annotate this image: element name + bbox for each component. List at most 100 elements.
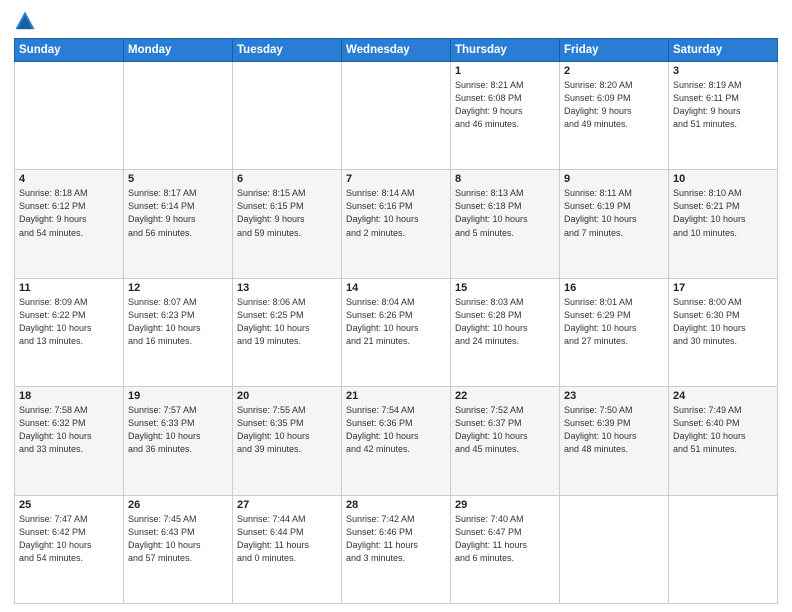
day-number: 23 <box>564 390 664 402</box>
calendar-cell: 28 Sunrise: 7:42 AMSunset: 6:46 PMDayligh… <box>342 495 451 603</box>
weekday-header-monday: Monday <box>124 39 233 62</box>
calendar-cell: 4 Sunrise: 8:18 AMSunset: 6:12 PMDaylight… <box>15 170 124 278</box>
day-number: 20 <box>237 390 337 402</box>
logo-icon <box>14 10 36 32</box>
calendar-cell: 2 Sunrise: 8:20 AMSunset: 6:09 PMDaylight… <box>560 62 669 170</box>
calendar-cell <box>342 62 451 170</box>
day-number: 3 <box>673 65 773 77</box>
day-info: Sunrise: 8:03 AMSunset: 6:28 PMDaylight:… <box>455 296 555 348</box>
weekday-header-wednesday: Wednesday <box>342 39 451 62</box>
calendar-cell: 9 Sunrise: 8:11 AMSunset: 6:19 PMDaylight… <box>560 170 669 278</box>
weekday-header-row: SundayMondayTuesdayWednesdayThursdayFrid… <box>15 39 778 62</box>
day-info: Sunrise: 7:54 AMSunset: 6:36 PMDaylight:… <box>346 404 446 456</box>
calendar-week-0: 1 Sunrise: 8:21 AMSunset: 6:08 PMDaylight… <box>15 62 778 170</box>
day-info: Sunrise: 8:11 AMSunset: 6:19 PMDaylight:… <box>564 187 664 239</box>
day-number: 1 <box>455 65 555 77</box>
day-number: 22 <box>455 390 555 402</box>
calendar-cell: 7 Sunrise: 8:14 AMSunset: 6:16 PMDaylight… <box>342 170 451 278</box>
calendar-cell: 22 Sunrise: 7:52 AMSunset: 6:37 PMDayligh… <box>451 387 560 495</box>
day-number: 6 <box>237 173 337 185</box>
day-number: 21 <box>346 390 446 402</box>
day-info: Sunrise: 7:44 AMSunset: 6:44 PMDaylight:… <box>237 513 337 565</box>
calendar-cell: 21 Sunrise: 7:54 AMSunset: 6:36 PMDayligh… <box>342 387 451 495</box>
calendar-cell: 10 Sunrise: 8:10 AMSunset: 6:21 PMDayligh… <box>669 170 778 278</box>
day-info: Sunrise: 8:14 AMSunset: 6:16 PMDaylight:… <box>346 187 446 239</box>
calendar-week-2: 11 Sunrise: 8:09 AMSunset: 6:22 PMDayligh… <box>15 278 778 386</box>
day-info: Sunrise: 7:49 AMSunset: 6:40 PMDaylight:… <box>673 404 773 456</box>
weekday-header-saturday: Saturday <box>669 39 778 62</box>
calendar-week-3: 18 Sunrise: 7:58 AMSunset: 6:32 PMDayligh… <box>15 387 778 495</box>
day-number: 27 <box>237 499 337 511</box>
calendar-cell: 13 Sunrise: 8:06 AMSunset: 6:25 PMDayligh… <box>233 278 342 386</box>
calendar-cell: 27 Sunrise: 7:44 AMSunset: 6:44 PMDayligh… <box>233 495 342 603</box>
day-info: Sunrise: 8:10 AMSunset: 6:21 PMDaylight:… <box>673 187 773 239</box>
calendar-cell: 23 Sunrise: 7:50 AMSunset: 6:39 PMDayligh… <box>560 387 669 495</box>
day-info: Sunrise: 8:07 AMSunset: 6:23 PMDaylight:… <box>128 296 228 348</box>
calendar-cell <box>669 495 778 603</box>
calendar-table: SundayMondayTuesdayWednesdayThursdayFrid… <box>14 38 778 604</box>
day-number: 12 <box>128 282 228 294</box>
calendar-week-1: 4 Sunrise: 8:18 AMSunset: 6:12 PMDaylight… <box>15 170 778 278</box>
calendar-cell: 11 Sunrise: 8:09 AMSunset: 6:22 PMDayligh… <box>15 278 124 386</box>
day-number: 19 <box>128 390 228 402</box>
day-number: 18 <box>19 390 119 402</box>
weekday-header-friday: Friday <box>560 39 669 62</box>
day-info: Sunrise: 7:58 AMSunset: 6:32 PMDaylight:… <box>19 404 119 456</box>
day-info: Sunrise: 7:55 AMSunset: 6:35 PMDaylight:… <box>237 404 337 456</box>
day-number: 11 <box>19 282 119 294</box>
calendar-cell: 1 Sunrise: 8:21 AMSunset: 6:08 PMDaylight… <box>451 62 560 170</box>
calendar-cell: 24 Sunrise: 7:49 AMSunset: 6:40 PMDayligh… <box>669 387 778 495</box>
day-info: Sunrise: 7:42 AMSunset: 6:46 PMDaylight:… <box>346 513 446 565</box>
weekday-header-tuesday: Tuesday <box>233 39 342 62</box>
day-number: 9 <box>564 173 664 185</box>
day-number: 10 <box>673 173 773 185</box>
day-number: 24 <box>673 390 773 402</box>
calendar-cell: 8 Sunrise: 8:13 AMSunset: 6:18 PMDaylight… <box>451 170 560 278</box>
day-info: Sunrise: 8:19 AMSunset: 6:11 PMDaylight:… <box>673 79 773 131</box>
day-info: Sunrise: 8:18 AMSunset: 6:12 PMDaylight:… <box>19 187 119 239</box>
day-number: 8 <box>455 173 555 185</box>
calendar-cell <box>15 62 124 170</box>
day-info: Sunrise: 8:20 AMSunset: 6:09 PMDaylight:… <box>564 79 664 131</box>
day-number: 29 <box>455 499 555 511</box>
day-number: 15 <box>455 282 555 294</box>
calendar-cell: 15 Sunrise: 8:03 AMSunset: 6:28 PMDayligh… <box>451 278 560 386</box>
day-info: Sunrise: 7:50 AMSunset: 6:39 PMDaylight:… <box>564 404 664 456</box>
calendar-cell: 18 Sunrise: 7:58 AMSunset: 6:32 PMDayligh… <box>15 387 124 495</box>
day-info: Sunrise: 7:52 AMSunset: 6:37 PMDaylight:… <box>455 404 555 456</box>
day-info: Sunrise: 8:04 AMSunset: 6:26 PMDaylight:… <box>346 296 446 348</box>
day-info: Sunrise: 8:06 AMSunset: 6:25 PMDaylight:… <box>237 296 337 348</box>
day-number: 5 <box>128 173 228 185</box>
calendar-cell <box>560 495 669 603</box>
page: SundayMondayTuesdayWednesdayThursdayFrid… <box>0 0 792 612</box>
day-number: 4 <box>19 173 119 185</box>
day-number: 17 <box>673 282 773 294</box>
day-info: Sunrise: 8:15 AMSunset: 6:15 PMDaylight:… <box>237 187 337 239</box>
day-info: Sunrise: 7:57 AMSunset: 6:33 PMDaylight:… <box>128 404 228 456</box>
day-number: 25 <box>19 499 119 511</box>
calendar-cell <box>124 62 233 170</box>
day-number: 7 <box>346 173 446 185</box>
day-number: 14 <box>346 282 446 294</box>
day-info: Sunrise: 8:13 AMSunset: 6:18 PMDaylight:… <box>455 187 555 239</box>
calendar-cell: 29 Sunrise: 7:40 AMSunset: 6:47 PMDayligh… <box>451 495 560 603</box>
day-info: Sunrise: 7:45 AMSunset: 6:43 PMDaylight:… <box>128 513 228 565</box>
calendar-cell: 25 Sunrise: 7:47 AMSunset: 6:42 PMDayligh… <box>15 495 124 603</box>
calendar-cell: 3 Sunrise: 8:19 AMSunset: 6:11 PMDaylight… <box>669 62 778 170</box>
header <box>14 10 778 32</box>
day-info: Sunrise: 7:47 AMSunset: 6:42 PMDaylight:… <box>19 513 119 565</box>
calendar-cell: 12 Sunrise: 8:07 AMSunset: 6:23 PMDayligh… <box>124 278 233 386</box>
day-number: 28 <box>346 499 446 511</box>
calendar-cell <box>233 62 342 170</box>
day-info: Sunrise: 8:21 AMSunset: 6:08 PMDaylight:… <box>455 79 555 131</box>
day-number: 13 <box>237 282 337 294</box>
day-number: 26 <box>128 499 228 511</box>
day-info: Sunrise: 8:09 AMSunset: 6:22 PMDaylight:… <box>19 296 119 348</box>
weekday-header-sunday: Sunday <box>15 39 124 62</box>
day-number: 2 <box>564 65 664 77</box>
logo <box>14 10 39 32</box>
calendar-cell: 17Sunrise: 8:00 AMSunset: 6:30 PMDayligh… <box>669 278 778 386</box>
calendar-week-4: 25 Sunrise: 7:47 AMSunset: 6:42 PMDayligh… <box>15 495 778 603</box>
day-info: Sunrise: 7:40 AMSunset: 6:47 PMDaylight:… <box>455 513 555 565</box>
calendar-cell: 14 Sunrise: 8:04 AMSunset: 6:26 PMDayligh… <box>342 278 451 386</box>
